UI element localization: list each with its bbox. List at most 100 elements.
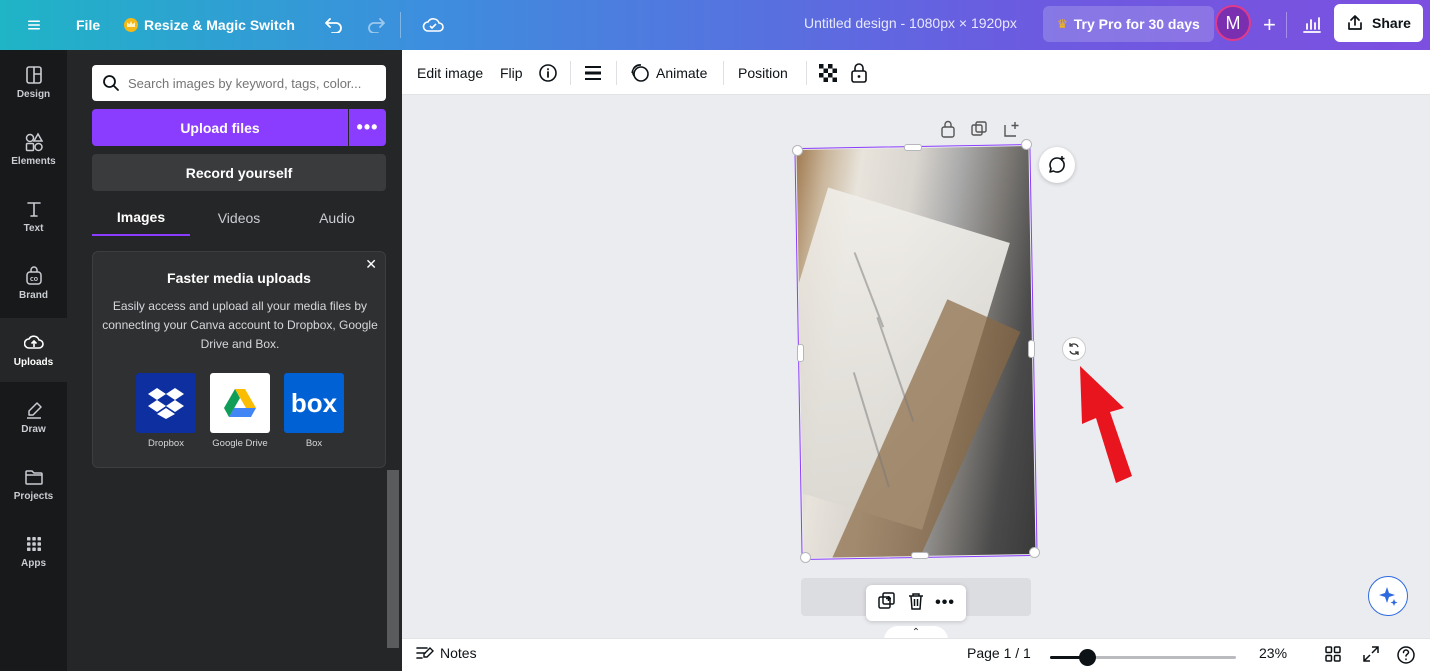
left-rail: Design Elements Text CO Brand Uploads Dr…: [0, 50, 67, 671]
resize-handle-right[interactable]: [1028, 340, 1035, 358]
duplicate-page-icon[interactable]: [877, 591, 897, 616]
cloud-upload-icon: [23, 334, 44, 349]
redo-icon[interactable]: [356, 8, 396, 42]
promo-card: ✕ Faster media uploads Easily access and…: [92, 251, 386, 468]
border-style-icon[interactable]: [584, 60, 602, 85]
promo-text: Easily access and upload all your media …: [102, 299, 378, 351]
animate-button[interactable]: Animate: [630, 60, 707, 85]
rail-item-projects[interactable]: Projects: [0, 452, 67, 516]
media-tabs: Images Videos Audio: [92, 200, 386, 236]
rail-item-brand[interactable]: CO Brand: [0, 251, 67, 315]
more-icon[interactable]: •••: [935, 594, 955, 612]
pen-icon: [26, 401, 42, 419]
rail-item-design[interactable]: Design: [0, 50, 67, 114]
zoom-slider[interactable]: [1050, 649, 1236, 666]
tab-images[interactable]: Images: [92, 200, 190, 236]
grid-view-icon[interactable]: [1324, 645, 1342, 663]
page-indicator[interactable]: Page 1 / 1: [967, 645, 1031, 661]
resize-handle-top[interactable]: [904, 144, 922, 151]
editor-toolbar: Edit image Flip Animate Position: [402, 50, 1430, 95]
bottom-bar: Notes Page 1 / 1 23%: [402, 638, 1430, 671]
element-quick-actions: [940, 120, 1020, 143]
notes-icon: [416, 647, 434, 659]
edit-image-button[interactable]: Edit image: [417, 60, 483, 85]
dropbox-icon: [136, 373, 196, 433]
rail-label: Uploads: [13, 356, 54, 368]
resize-handle-bottom-right[interactable]: [1029, 547, 1040, 558]
notes-button[interactable]: Notes: [416, 645, 477, 661]
resize-handle-bottom-left[interactable]: [800, 552, 811, 563]
tab-audio[interactable]: Audio: [288, 200, 386, 236]
page-actions-bar: •••: [866, 585, 966, 621]
top-bar: File Resize & Magic Switch Untitled desi…: [0, 0, 1430, 50]
avatar[interactable]: M: [1215, 5, 1251, 41]
search-box[interactable]: [92, 65, 386, 101]
rail-item-uploads[interactable]: Uploads: [0, 318, 67, 382]
menu-icon[interactable]: [18, 8, 50, 42]
resize-label: Resize & Magic Switch: [144, 17, 295, 33]
animate-icon: [631, 63, 649, 82]
service-label: Google Drive: [212, 438, 268, 449]
help-icon[interactable]: [1396, 645, 1416, 665]
lock-icon[interactable]: [850, 60, 868, 85]
zoom-value[interactable]: 23%: [1259, 645, 1287, 661]
add-page-icon[interactable]: [1002, 120, 1020, 143]
folder-icon: [24, 469, 43, 485]
transparency-icon[interactable]: [818, 60, 838, 85]
grid-icon: [26, 536, 41, 551]
text-icon: [26, 201, 41, 217]
resize-handle-top-left[interactable]: [792, 145, 803, 156]
design-title[interactable]: Untitled design - 1080px × 1920px: [804, 15, 1017, 31]
rail-item-apps[interactable]: Apps: [0, 519, 67, 583]
resize-handle-top-right[interactable]: [1021, 139, 1032, 150]
annotation-arrow-icon: [1070, 366, 1136, 491]
selection-frame: [794, 143, 1038, 561]
lock-icon[interactable]: [940, 120, 956, 143]
info-icon[interactable]: [538, 60, 558, 85]
box-connect[interactable]: box Box: [284, 373, 344, 449]
upload-files-button[interactable]: Upload files: [92, 109, 348, 146]
flip-button[interactable]: Flip: [500, 60, 523, 85]
insights-icon[interactable]: [1292, 8, 1332, 42]
try-pro-button[interactable]: ♛ Try Pro for 30 days: [1043, 6, 1214, 42]
tab-videos[interactable]: Videos: [190, 200, 288, 236]
rotate-icon[interactable]: [1062, 337, 1086, 361]
google-drive-connect[interactable]: Google Drive: [210, 373, 270, 449]
rail-label: Draw: [21, 423, 46, 435]
animate-label: Animate: [656, 64, 708, 81]
more-options-icon[interactable]: •••: [349, 109, 386, 146]
magic-assistant-icon[interactable]: [1368, 576, 1408, 616]
rail-label: Brand: [19, 289, 48, 301]
resize-handle-bottom[interactable]: [911, 552, 929, 559]
layout-icon: [25, 65, 42, 84]
plus-icon[interactable]: +: [1253, 8, 1286, 42]
rail-label: Text: [23, 222, 44, 234]
resize-handle-left[interactable]: [797, 344, 804, 362]
resize-button[interactable]: Resize & Magic Switch: [114, 8, 305, 42]
shapes-icon: [25, 131, 43, 151]
dropbox-connect[interactable]: Dropbox: [136, 373, 196, 449]
delete-icon[interactable]: [907, 591, 925, 616]
rail-label: Apps: [21, 557, 46, 569]
divider: [400, 12, 401, 38]
comment-icon[interactable]: [1039, 147, 1075, 183]
notes-label: Notes: [440, 645, 477, 661]
share-button[interactable]: Share: [1334, 4, 1423, 42]
crown-icon: [124, 18, 138, 32]
record-yourself-button[interactable]: Record yourself: [92, 154, 386, 191]
rail-item-draw[interactable]: Draw: [0, 385, 67, 449]
duplicate-icon[interactable]: [970, 120, 988, 143]
rail-item-elements[interactable]: Elements: [0, 117, 67, 181]
divider: [806, 61, 807, 85]
brand-icon: CO: [25, 265, 42, 285]
panel-scrollbar[interactable]: [387, 470, 399, 648]
position-button[interactable]: Position: [738, 60, 788, 85]
fullscreen-icon[interactable]: [1362, 645, 1380, 663]
service-label: Dropbox: [148, 438, 184, 449]
share-label: Share: [1372, 15, 1411, 31]
cloud-save-icon[interactable]: [412, 8, 454, 42]
search-input[interactable]: [128, 75, 378, 91]
undo-icon[interactable]: [314, 8, 354, 42]
rail-item-text[interactable]: Text: [0, 184, 67, 248]
file-menu-button[interactable]: File: [66, 8, 110, 42]
